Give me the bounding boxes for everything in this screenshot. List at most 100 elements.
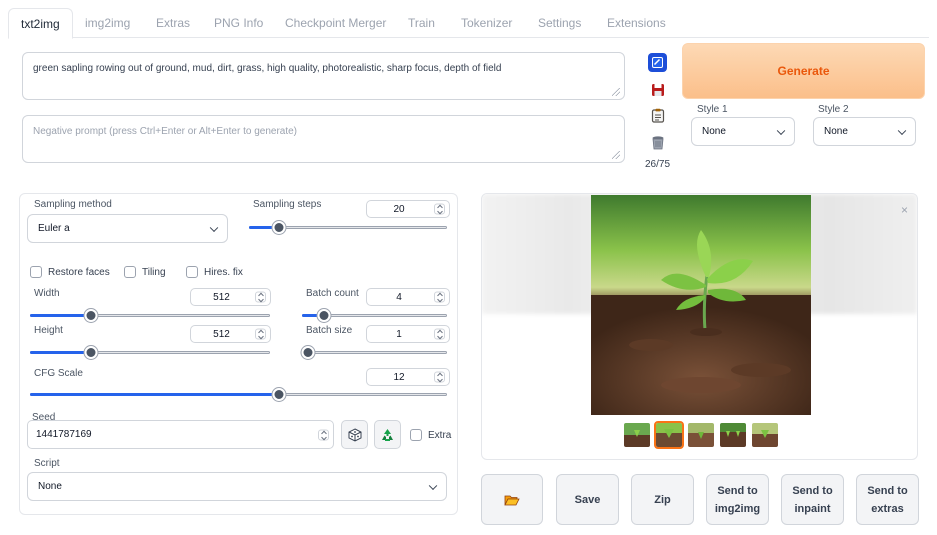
generate-button[interactable]: Generate xyxy=(682,43,925,99)
tab-png-info[interactable]: PNG Info xyxy=(214,8,263,38)
folder-icon xyxy=(504,495,520,505)
send-to-extras-button[interactable]: Send to extras xyxy=(856,474,919,525)
open-folder-button[interactable] xyxy=(481,474,543,525)
resize-handle-icon[interactable] xyxy=(612,88,620,96)
hires-fix-checkbox[interactable]: Hires. fix xyxy=(186,266,243,278)
cfg-scale-label: CFG Scale xyxy=(34,368,83,379)
thumbnail[interactable] xyxy=(720,423,746,447)
restore-faces-label: Restore faces xyxy=(48,266,110,278)
close-icon[interactable]: × xyxy=(901,203,908,217)
token-counter: 26/75 xyxy=(645,159,671,170)
slider-thumb[interactable] xyxy=(272,388,286,401)
width-label: Width xyxy=(34,288,60,299)
chevron-down-icon xyxy=(209,223,219,232)
send-to-img2img-button[interactable]: Send to img2img xyxy=(706,474,769,525)
batch-size-value: 1 xyxy=(396,328,402,340)
reuse-seed-button[interactable] xyxy=(374,420,401,449)
batch-count-slider[interactable] xyxy=(302,309,447,322)
height-label: Height xyxy=(34,325,63,336)
width-value: 512 xyxy=(213,291,230,303)
style1-label: Style 1 xyxy=(697,104,728,115)
sampling-steps-label: Sampling steps xyxy=(253,199,322,210)
height-value: 512 xyxy=(213,328,230,340)
height-input[interactable]: 512 xyxy=(190,325,271,343)
thumbnail-selected[interactable] xyxy=(654,421,684,449)
height-slider[interactable] xyxy=(30,346,270,359)
stepper-icon[interactable] xyxy=(434,203,445,215)
script-value: None xyxy=(38,481,62,492)
resize-handle-icon[interactable] xyxy=(612,151,620,159)
thumbnail-strip xyxy=(624,421,778,449)
sampling-method-value: Euler a xyxy=(38,223,70,234)
tab-bar: txt2img img2img Extras PNG Info Checkpoi… xyxy=(8,8,929,39)
apply-style-icon[interactable] xyxy=(648,106,667,125)
tiling-label: Tiling xyxy=(142,266,166,278)
sampling-method-label: Sampling method xyxy=(34,199,112,210)
image-gallery: × xyxy=(481,193,918,460)
style1-value: None xyxy=(702,126,726,137)
tab-train[interactable]: Train xyxy=(408,8,435,38)
dice-icon xyxy=(348,427,361,442)
cfg-scale-slider[interactable] xyxy=(30,388,447,401)
style1-select[interactable]: None xyxy=(691,117,795,146)
tab-txt2img[interactable]: txt2img xyxy=(8,8,73,39)
seed-input[interactable]: 1441787169 xyxy=(27,420,334,449)
stepper-icon[interactable] xyxy=(434,371,445,383)
slider-thumb[interactable] xyxy=(272,221,286,234)
seed-value: 1441787169 xyxy=(36,429,92,440)
width-input[interactable]: 512 xyxy=(190,288,271,306)
thumbnail[interactable] xyxy=(688,423,714,447)
zip-button[interactable]: Zip xyxy=(631,474,694,525)
tab-extras[interactable]: Extras xyxy=(156,8,190,38)
batch-size-input[interactable]: 1 xyxy=(366,325,450,343)
restore-faces-checkbox[interactable]: Restore faces xyxy=(30,266,110,278)
recycle-icon xyxy=(382,428,393,441)
negative-prompt-input[interactable]: Negative prompt (press Ctrl+Enter or Alt… xyxy=(22,115,625,163)
prompt-input[interactable]: green sapling rowing out of ground, mud,… xyxy=(22,52,625,100)
script-label: Script xyxy=(34,458,60,469)
slider-thumb[interactable] xyxy=(84,346,98,359)
chevron-down-icon xyxy=(897,126,907,135)
tab-extensions[interactable]: Extensions xyxy=(607,8,666,38)
batch-count-input[interactable]: 4 xyxy=(366,288,450,306)
style2-select[interactable]: None xyxy=(813,117,916,146)
sampling-steps-value: 20 xyxy=(393,203,405,215)
sampling-steps-slider[interactable] xyxy=(249,221,447,234)
save-button[interactable]: Save xyxy=(556,474,619,525)
send-to-inpaint-button[interactable]: Send to inpaint xyxy=(781,474,844,525)
script-select[interactable]: None xyxy=(27,472,447,501)
paste-params-icon[interactable] xyxy=(648,53,667,72)
send-to-img2img-label: Send to img2img xyxy=(714,484,761,515)
width-slider[interactable] xyxy=(30,309,270,322)
batch-count-value: 4 xyxy=(396,291,402,303)
tab-tokenizer[interactable]: Tokenizer xyxy=(461,8,512,38)
batch-count-label: Batch count xyxy=(306,288,359,299)
generated-image[interactable] xyxy=(591,195,811,415)
extra-label: Extra xyxy=(428,429,452,441)
stepper-icon[interactable] xyxy=(255,291,266,303)
slider-thumb[interactable] xyxy=(317,309,331,322)
tab-settings[interactable]: Settings xyxy=(538,8,581,38)
tab-img2img[interactable]: img2img xyxy=(85,8,130,38)
tab-checkpoint-merger[interactable]: Checkpoint Merger xyxy=(285,8,386,38)
slider-thumb[interactable] xyxy=(301,346,315,359)
stepper-icon[interactable] xyxy=(434,291,445,303)
trash-icon[interactable] xyxy=(648,133,667,152)
stepper-icon[interactable] xyxy=(318,429,329,440)
batch-size-slider[interactable] xyxy=(301,346,447,359)
save-style-icon[interactable] xyxy=(648,80,667,99)
slider-thumb[interactable] xyxy=(84,309,98,322)
cfg-scale-input[interactable]: 12 xyxy=(366,368,450,386)
random-seed-button[interactable] xyxy=(341,420,368,449)
thumbnail[interactable] xyxy=(752,423,778,447)
thumbnail[interactable] xyxy=(624,423,650,447)
stepper-icon[interactable] xyxy=(434,328,445,340)
stepper-icon[interactable] xyxy=(255,328,266,340)
style2-label: Style 2 xyxy=(818,104,849,115)
extra-seed-checkbox[interactable]: Extra xyxy=(410,429,451,441)
prompt-text: green sapling rowing out of ground, mud,… xyxy=(33,63,502,74)
tiling-checkbox[interactable]: Tiling xyxy=(124,266,166,278)
sampling-method-select[interactable]: Euler a xyxy=(27,214,228,243)
sampling-steps-input[interactable]: 20 xyxy=(366,200,450,218)
chevron-down-icon xyxy=(428,481,438,490)
